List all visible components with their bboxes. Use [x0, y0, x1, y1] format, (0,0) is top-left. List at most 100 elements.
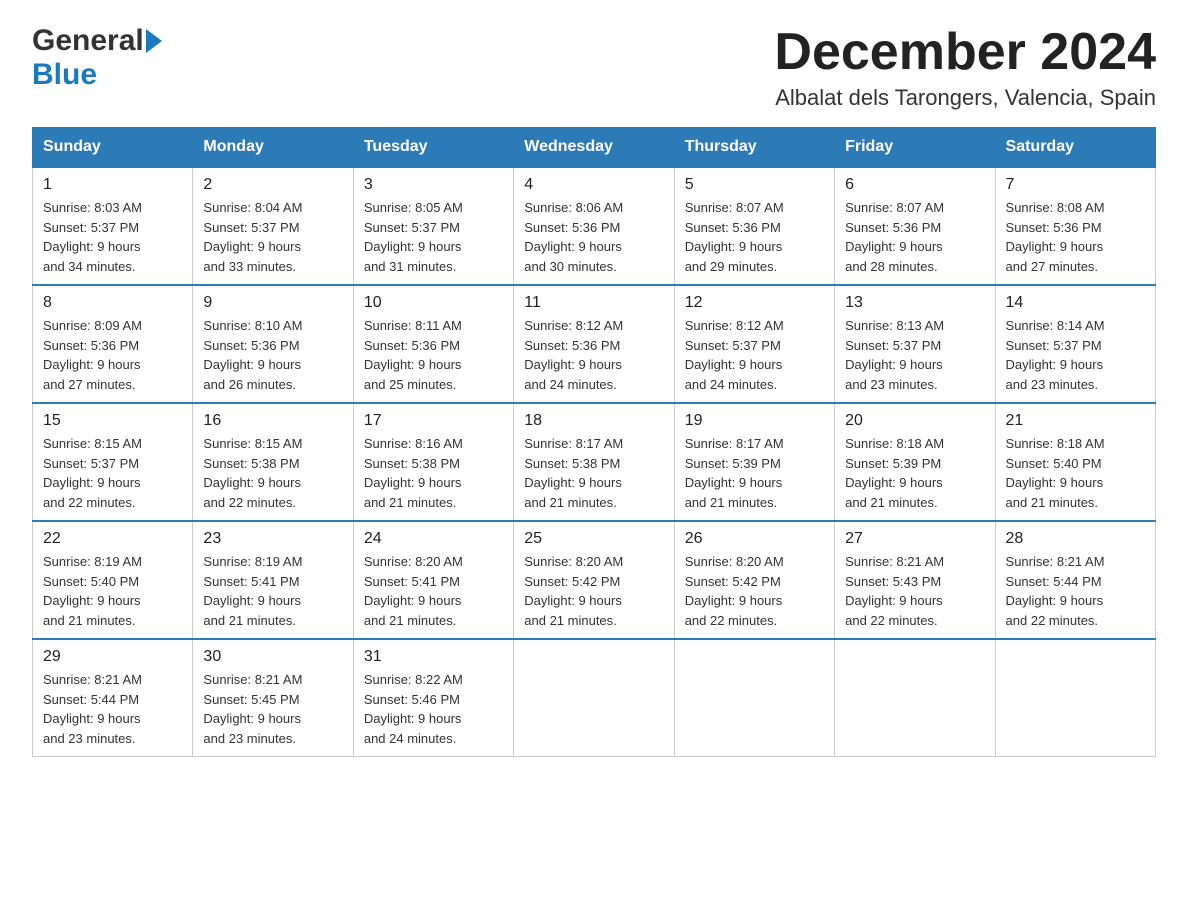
- daylight-minutes: and 24 minutes.: [685, 377, 778, 392]
- day-info: Sunrise: 8:17 AM Sunset: 5:39 PM Dayligh…: [685, 434, 824, 512]
- daylight-minutes: and 31 minutes.: [364, 259, 457, 274]
- page-title: December 2024: [774, 24, 1156, 81]
- day-info: Sunrise: 8:04 AM Sunset: 5:37 PM Dayligh…: [203, 198, 342, 276]
- daylight-label: Daylight: 9 hours: [203, 711, 301, 726]
- calendar-cell: 21 Sunrise: 8:18 AM Sunset: 5:40 PM Dayl…: [995, 403, 1155, 521]
- sunset-label: Sunset: 5:39 PM: [845, 456, 941, 471]
- sunset-label: Sunset: 5:44 PM: [43, 692, 139, 707]
- calendar-cell: 10 Sunrise: 8:11 AM Sunset: 5:36 PM Dayl…: [353, 285, 513, 403]
- day-number: 11: [524, 294, 663, 312]
- day-info: Sunrise: 8:14 AM Sunset: 5:37 PM Dayligh…: [1006, 316, 1145, 394]
- calendar-cell: 14 Sunrise: 8:14 AM Sunset: 5:37 PM Dayl…: [995, 285, 1155, 403]
- day-info: Sunrise: 8:03 AM Sunset: 5:37 PM Dayligh…: [43, 198, 182, 276]
- daylight-label: Daylight: 9 hours: [524, 593, 622, 608]
- sunset-label: Sunset: 5:41 PM: [203, 574, 299, 589]
- sunrise-label: Sunrise: 8:21 AM: [203, 672, 302, 687]
- day-info: Sunrise: 8:18 AM Sunset: 5:39 PM Dayligh…: [845, 434, 984, 512]
- day-number: 12: [685, 294, 824, 312]
- day-number: 30: [203, 648, 342, 666]
- sunset-label: Sunset: 5:37 PM: [203, 220, 299, 235]
- sunset-label: Sunset: 5:41 PM: [364, 574, 460, 589]
- day-number: 4: [524, 176, 663, 194]
- sunset-label: Sunset: 5:38 PM: [524, 456, 620, 471]
- day-number: 27: [845, 530, 984, 548]
- calendar-cell: 27 Sunrise: 8:21 AM Sunset: 5:43 PM Dayl…: [835, 521, 995, 639]
- calendar-cell: 24 Sunrise: 8:20 AM Sunset: 5:41 PM Dayl…: [353, 521, 513, 639]
- sunset-label: Sunset: 5:46 PM: [364, 692, 460, 707]
- daylight-label: Daylight: 9 hours: [364, 357, 462, 372]
- calendar-cell: 8 Sunrise: 8:09 AM Sunset: 5:36 PM Dayli…: [33, 285, 193, 403]
- daylight-label: Daylight: 9 hours: [203, 239, 301, 254]
- daylight-minutes: and 34 minutes.: [43, 259, 136, 274]
- sunrise-label: Sunrise: 8:07 AM: [685, 200, 784, 215]
- daylight-minutes: and 21 minutes.: [845, 495, 938, 510]
- calendar-cell: 28 Sunrise: 8:21 AM Sunset: 5:44 PM Dayl…: [995, 521, 1155, 639]
- day-info: Sunrise: 8:12 AM Sunset: 5:37 PM Dayligh…: [685, 316, 824, 394]
- calendar-cell: 22 Sunrise: 8:19 AM Sunset: 5:40 PM Dayl…: [33, 521, 193, 639]
- day-number: 23: [203, 530, 342, 548]
- day-number: 10: [364, 294, 503, 312]
- sunset-label: Sunset: 5:37 PM: [43, 456, 139, 471]
- daylight-minutes: and 33 minutes.: [203, 259, 296, 274]
- calendar-cell: 26 Sunrise: 8:20 AM Sunset: 5:42 PM Dayl…: [674, 521, 834, 639]
- daylight-label: Daylight: 9 hours: [685, 593, 783, 608]
- daylight-minutes: and 22 minutes.: [845, 613, 938, 628]
- daylight-minutes: and 27 minutes.: [1006, 259, 1099, 274]
- sunset-label: Sunset: 5:42 PM: [524, 574, 620, 589]
- calendar-cell: 4 Sunrise: 8:06 AM Sunset: 5:36 PM Dayli…: [514, 167, 674, 285]
- sunset-label: Sunset: 5:36 PM: [364, 338, 460, 353]
- sunset-label: Sunset: 5:37 PM: [364, 220, 460, 235]
- sunset-label: Sunset: 5:40 PM: [43, 574, 139, 589]
- day-number: 24: [364, 530, 503, 548]
- sunset-label: Sunset: 5:42 PM: [685, 574, 781, 589]
- sunset-label: Sunset: 5:43 PM: [845, 574, 941, 589]
- sunset-label: Sunset: 5:44 PM: [1006, 574, 1102, 589]
- sunrise-label: Sunrise: 8:18 AM: [1006, 436, 1105, 451]
- daylight-label: Daylight: 9 hours: [203, 357, 301, 372]
- sunrise-label: Sunrise: 8:19 AM: [43, 554, 142, 569]
- calendar-cell: 16 Sunrise: 8:15 AM Sunset: 5:38 PM Dayl…: [193, 403, 353, 521]
- sunrise-label: Sunrise: 8:21 AM: [1006, 554, 1105, 569]
- day-number: 8: [43, 294, 182, 312]
- sunset-label: Sunset: 5:36 PM: [1006, 220, 1102, 235]
- sunrise-label: Sunrise: 8:15 AM: [203, 436, 302, 451]
- sunrise-label: Sunrise: 8:20 AM: [364, 554, 463, 569]
- day-number: 22: [43, 530, 182, 548]
- sunset-label: Sunset: 5:37 PM: [845, 338, 941, 353]
- calendar-cell: [835, 639, 995, 757]
- day-number: 17: [364, 412, 503, 430]
- sunset-label: Sunset: 5:36 PM: [845, 220, 941, 235]
- header-friday: Friday: [835, 128, 995, 168]
- day-info: Sunrise: 8:18 AM Sunset: 5:40 PM Dayligh…: [1006, 434, 1145, 512]
- daylight-minutes: and 23 minutes.: [43, 731, 136, 746]
- logo-arrow-icon: [146, 29, 162, 53]
- daylight-label: Daylight: 9 hours: [845, 475, 943, 490]
- daylight-label: Daylight: 9 hours: [524, 475, 622, 490]
- day-number: 29: [43, 648, 182, 666]
- sunrise-label: Sunrise: 8:21 AM: [43, 672, 142, 687]
- daylight-minutes: and 22 minutes.: [203, 495, 296, 510]
- sunset-label: Sunset: 5:36 PM: [524, 220, 620, 235]
- day-info: Sunrise: 8:08 AM Sunset: 5:36 PM Dayligh…: [1006, 198, 1145, 276]
- day-info: Sunrise: 8:12 AM Sunset: 5:36 PM Dayligh…: [524, 316, 663, 394]
- daylight-label: Daylight: 9 hours: [364, 711, 462, 726]
- sunrise-label: Sunrise: 8:15 AM: [43, 436, 142, 451]
- day-info: Sunrise: 8:07 AM Sunset: 5:36 PM Dayligh…: [685, 198, 824, 276]
- calendar-cell: 1 Sunrise: 8:03 AM Sunset: 5:37 PM Dayli…: [33, 167, 193, 285]
- page-header: General Blue December 2024 Albalat dels …: [32, 24, 1156, 111]
- calendar-cell: [514, 639, 674, 757]
- day-info: Sunrise: 8:09 AM Sunset: 5:36 PM Dayligh…: [43, 316, 182, 394]
- day-number: 20: [845, 412, 984, 430]
- daylight-label: Daylight: 9 hours: [43, 239, 141, 254]
- sunrise-label: Sunrise: 8:18 AM: [845, 436, 944, 451]
- title-block: December 2024 Albalat dels Tarongers, Va…: [774, 24, 1156, 111]
- calendar-cell: 29 Sunrise: 8:21 AM Sunset: 5:44 PM Dayl…: [33, 639, 193, 757]
- sunrise-label: Sunrise: 8:06 AM: [524, 200, 623, 215]
- calendar-week-row: 1 Sunrise: 8:03 AM Sunset: 5:37 PM Dayli…: [33, 167, 1156, 285]
- day-number: 14: [1006, 294, 1145, 312]
- day-info: Sunrise: 8:20 AM Sunset: 5:41 PM Dayligh…: [364, 552, 503, 630]
- daylight-label: Daylight: 9 hours: [1006, 357, 1104, 372]
- daylight-label: Daylight: 9 hours: [685, 357, 783, 372]
- daylight-label: Daylight: 9 hours: [524, 239, 622, 254]
- day-number: 25: [524, 530, 663, 548]
